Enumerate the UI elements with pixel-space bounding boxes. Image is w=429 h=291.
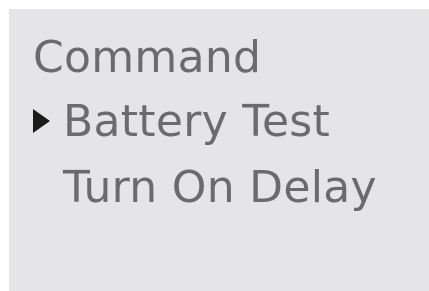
menu-item-label: Turn On Delay — [63, 162, 377, 213]
menu-title-label: Command — [33, 32, 262, 83]
lcd-menu-screen: Command Battery Test Turn On Delay — [9, 9, 429, 291]
menu-item-label: Battery Test — [63, 96, 331, 147]
selection-cursor-icon — [33, 109, 50, 133]
